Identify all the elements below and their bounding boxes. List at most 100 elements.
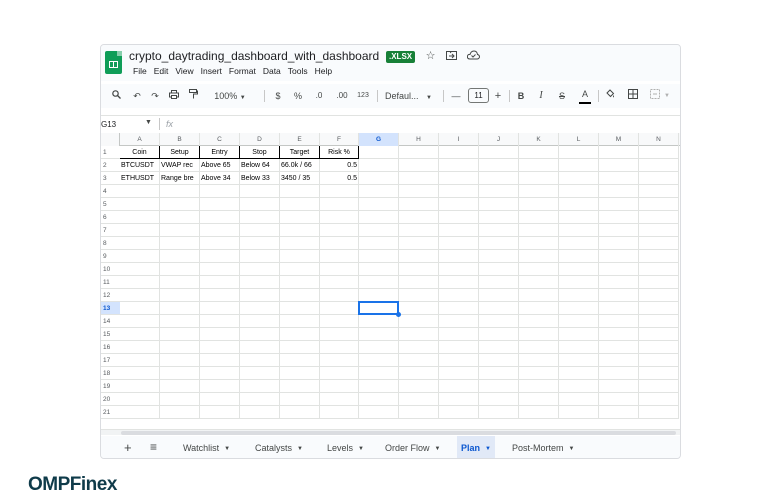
empty-cell[interactable] xyxy=(399,237,439,250)
chevron-down-icon[interactable]: ▼ xyxy=(358,446,364,452)
sheet-tab-order-flow[interactable]: Order Flow ▼ xyxy=(381,436,444,458)
empty-cell[interactable] xyxy=(160,198,200,211)
empty-cell[interactable] xyxy=(160,328,200,341)
redo-icon[interactable]: ↷ xyxy=(149,89,161,103)
empty-cell[interactable] xyxy=(160,185,200,198)
empty-cell[interactable] xyxy=(559,159,599,172)
row-header-21[interactable]: 21 xyxy=(101,406,120,419)
data-cell-risk[interactable]: 0.5 xyxy=(320,159,359,172)
empty-cell[interactable] xyxy=(559,172,599,185)
empty-cell[interactable] xyxy=(120,263,160,276)
decrease-font-size-button[interactable]: — xyxy=(451,89,461,103)
empty-cell[interactable] xyxy=(439,172,479,185)
column-header-b[interactable]: B xyxy=(160,133,200,146)
empty-cell[interactable] xyxy=(639,315,679,328)
empty-cell[interactable] xyxy=(280,380,320,393)
horizontal-scrollbar[interactable] xyxy=(101,429,680,435)
empty-cell[interactable] xyxy=(200,224,240,237)
empty-cell[interactable] xyxy=(160,341,200,354)
empty-cell[interactable] xyxy=(519,276,559,289)
column-header-n[interactable]: N xyxy=(639,133,679,146)
empty-cell[interactable] xyxy=(240,198,280,211)
empty-cell[interactable] xyxy=(559,237,599,250)
empty-cell[interactable] xyxy=(599,393,639,406)
chevron-down-icon[interactable]: ▼ xyxy=(224,446,230,452)
empty-cell[interactable] xyxy=(559,406,599,419)
empty-cell[interactable] xyxy=(519,211,559,224)
empty-cell[interactable] xyxy=(479,198,519,211)
empty-cell[interactable] xyxy=(240,289,280,302)
header-cell-setup[interactable]: Setup xyxy=(160,146,200,159)
empty-cell[interactable] xyxy=(399,380,439,393)
empty-cell[interactable] xyxy=(200,263,240,276)
column-header-j[interactable]: J xyxy=(479,133,519,146)
empty-cell[interactable] xyxy=(359,250,399,263)
header-cell-coin[interactable]: Coin xyxy=(120,146,160,159)
empty-cell[interactable] xyxy=(280,406,320,419)
empty-cell[interactable] xyxy=(559,276,599,289)
empty-cell[interactable] xyxy=(160,380,200,393)
empty-cell[interactable] xyxy=(240,341,280,354)
empty-cell[interactable] xyxy=(320,380,359,393)
empty-cell[interactable] xyxy=(200,367,240,380)
empty-cell[interactable] xyxy=(320,211,359,224)
empty-cell[interactable] xyxy=(479,185,519,198)
empty-cell[interactable] xyxy=(399,224,439,237)
empty-cell[interactable] xyxy=(439,302,479,315)
empty-cell[interactable] xyxy=(519,302,559,315)
empty-cell[interactable] xyxy=(320,237,359,250)
empty-cell[interactable] xyxy=(160,276,200,289)
empty-cell[interactable] xyxy=(200,341,240,354)
empty-cell[interactable] xyxy=(120,185,160,198)
empty-cell[interactable] xyxy=(240,237,280,250)
empty-cell[interactable] xyxy=(599,406,639,419)
empty-cell[interactable] xyxy=(559,224,599,237)
row-header-11[interactable]: 11 xyxy=(101,276,120,289)
empty-cell[interactable] xyxy=(519,406,559,419)
empty-cell[interactable] xyxy=(399,302,439,315)
empty-cell[interactable] xyxy=(439,380,479,393)
empty-cell[interactable] xyxy=(240,302,280,315)
data-cell-target[interactable]: 3450 / 35 xyxy=(280,172,320,185)
empty-cell[interactable] xyxy=(439,289,479,302)
data-cell-entry[interactable]: Above 65 xyxy=(200,159,240,172)
active-cell-selection[interactable] xyxy=(358,301,399,315)
empty-cell[interactable] xyxy=(280,354,320,367)
row-header-1[interactable]: 1 xyxy=(101,146,120,159)
empty-cell[interactable] xyxy=(280,185,320,198)
column-header-g[interactable]: G xyxy=(359,133,399,146)
empty-cell[interactable] xyxy=(320,393,359,406)
empty-cell[interactable] xyxy=(359,341,399,354)
empty-cell[interactable] xyxy=(519,393,559,406)
empty-cell[interactable] xyxy=(320,185,359,198)
empty-cell[interactable] xyxy=(439,328,479,341)
menu-file[interactable]: File xyxy=(130,66,151,76)
empty-cell[interactable] xyxy=(240,328,280,341)
empty-cell[interactable] xyxy=(320,302,359,315)
empty-cell[interactable] xyxy=(479,159,519,172)
empty-cell[interactable] xyxy=(559,328,599,341)
empty-cell[interactable] xyxy=(200,211,240,224)
empty-cell[interactable] xyxy=(599,341,639,354)
empty-cell[interactable] xyxy=(559,185,599,198)
empty-cell[interactable] xyxy=(200,328,240,341)
font-size-input[interactable]: 11 xyxy=(468,88,489,103)
empty-cell[interactable] xyxy=(280,328,320,341)
empty-cell[interactable] xyxy=(439,276,479,289)
increase-font-size-button[interactable]: + xyxy=(493,89,503,103)
empty-cell[interactable] xyxy=(359,172,399,185)
currency-format-button[interactable]: $ xyxy=(273,89,283,103)
empty-cell[interactable] xyxy=(320,328,359,341)
empty-cell[interactable] xyxy=(200,237,240,250)
empty-cell[interactable] xyxy=(280,211,320,224)
row-header-20[interactable]: 20 xyxy=(101,393,120,406)
empty-cell[interactable] xyxy=(240,315,280,328)
empty-cell[interactable] xyxy=(639,224,679,237)
empty-cell[interactable] xyxy=(120,354,160,367)
empty-cell[interactable] xyxy=(399,341,439,354)
empty-cell[interactable] xyxy=(240,380,280,393)
empty-cell[interactable] xyxy=(519,250,559,263)
empty-cell[interactable] xyxy=(519,341,559,354)
empty-cell[interactable] xyxy=(320,315,359,328)
row-header-18[interactable]: 18 xyxy=(101,367,120,380)
